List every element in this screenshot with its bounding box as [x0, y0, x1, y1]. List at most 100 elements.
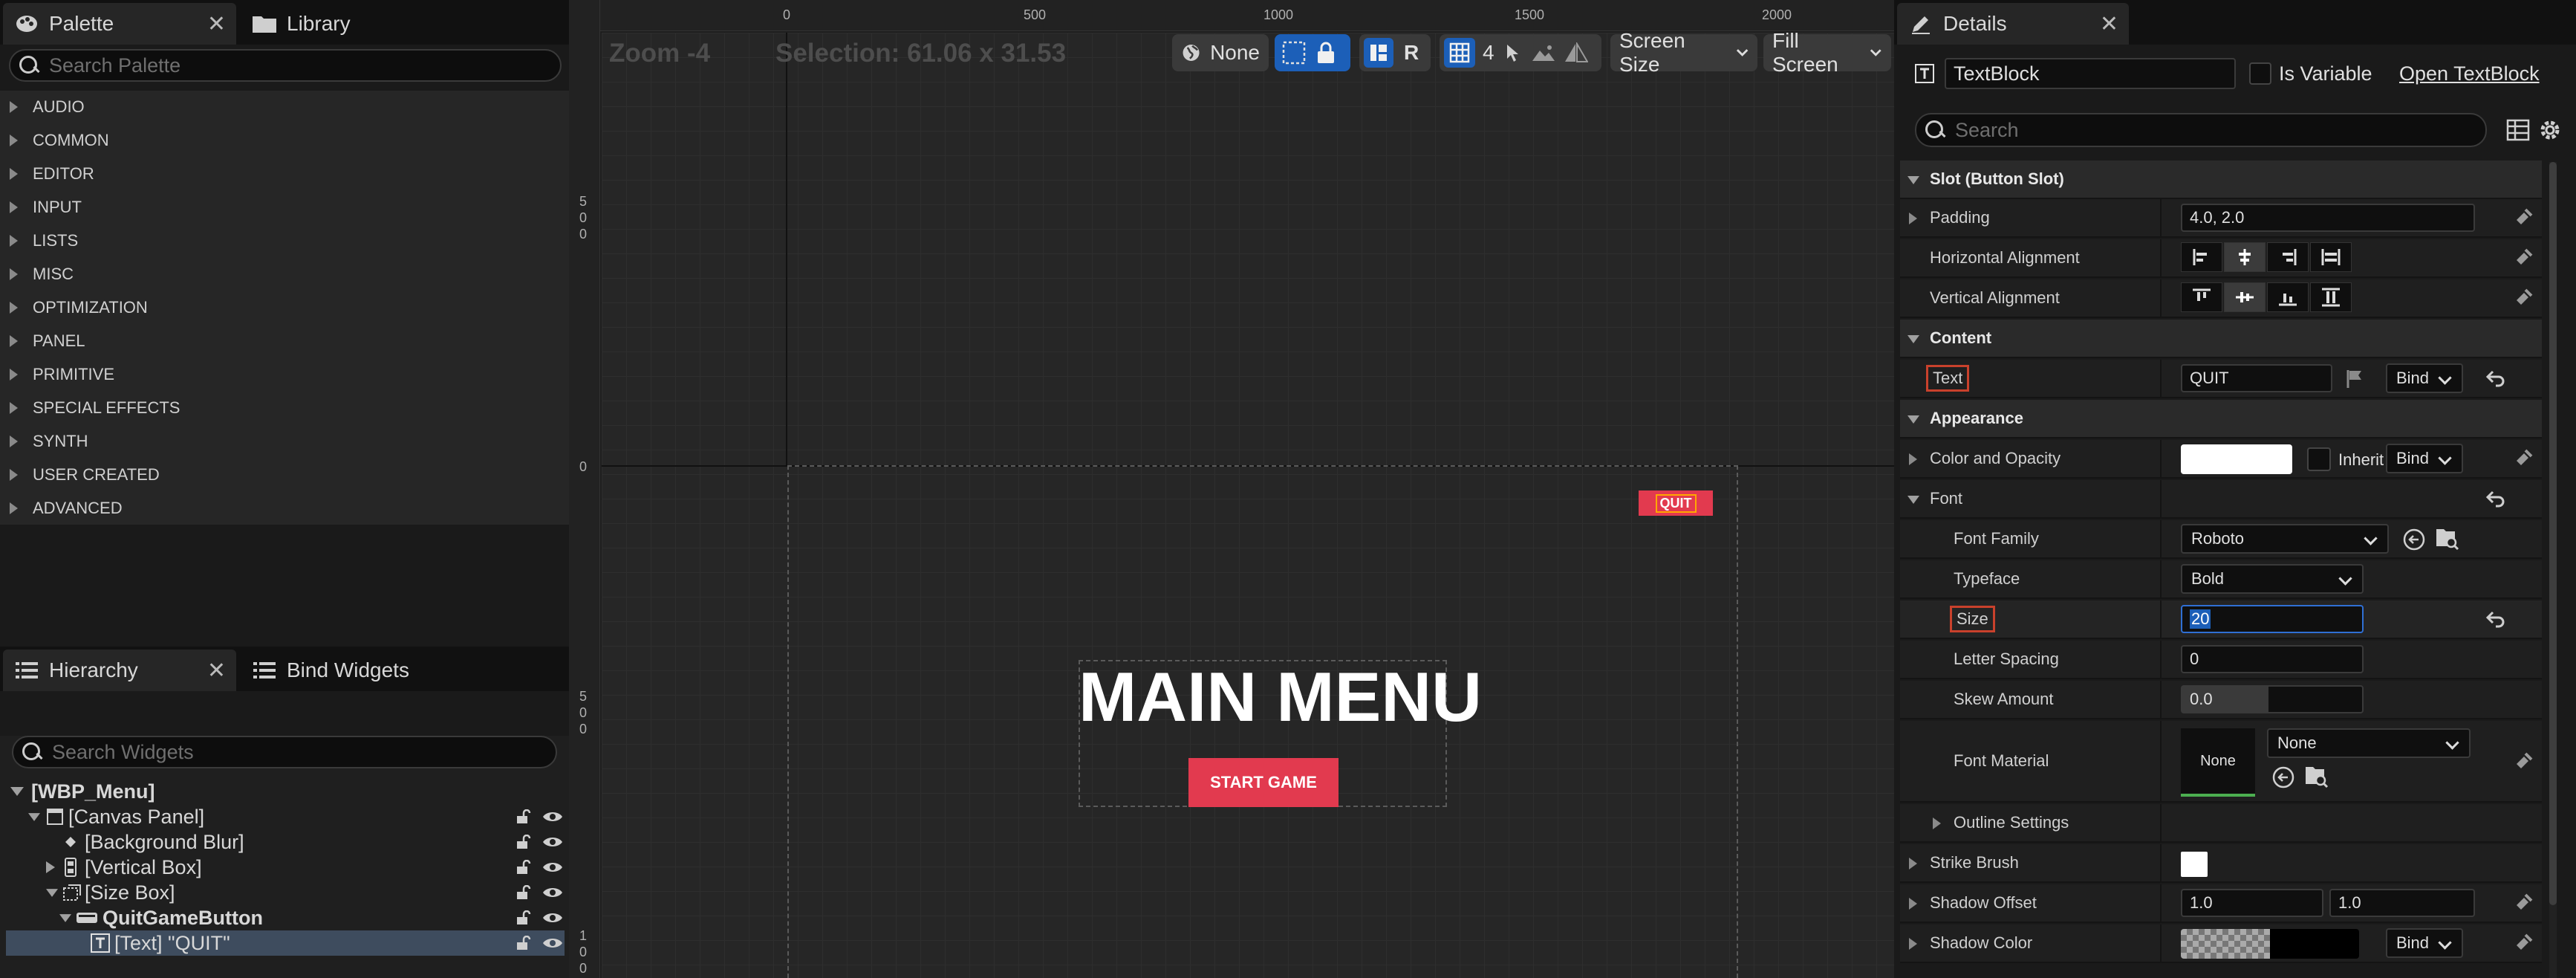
- browse-asset-icon[interactable]: [2435, 526, 2460, 551]
- layout-icon[interactable]: [1364, 38, 1393, 68]
- gear-icon[interactable]: [2537, 117, 2563, 143]
- selection-lock-group[interactable]: [1275, 34, 1350, 71]
- palette-category[interactable]: PRIMITIVE: [0, 358, 569, 391]
- expand-arrow-icon[interactable]: [46, 888, 58, 897]
- expand-arrow-icon[interactable]: [59, 913, 71, 922]
- close-icon[interactable]: ✕: [207, 11, 226, 37]
- tab-hierarchy[interactable]: Hierarchy ✕: [3, 650, 236, 691]
- align-left-button[interactable]: [2181, 242, 2222, 272]
- keyframe-icon[interactable]: [2514, 892, 2536, 914]
- start-game-button[interactable]: START GAME: [1188, 758, 1339, 807]
- screen-size-dropdown[interactable]: Screen Size: [1610, 29, 1757, 76]
- unlock-icon[interactable]: [515, 860, 532, 875]
- quit-button[interactable]: QUIT: [1639, 490, 1713, 516]
- typeface-dropdown[interactable]: Bold: [2181, 564, 2364, 594]
- palette-category[interactable]: AUDIO: [0, 91, 569, 123]
- tab-bind-widgets[interactable]: Bind Widgets: [241, 650, 464, 691]
- inherit-checkbox[interactable]: [2307, 447, 2331, 471]
- flip-icon[interactable]: [1564, 42, 1588, 63]
- open-textblock-link[interactable]: Open TextBlock: [2399, 62, 2540, 85]
- section-content[interactable]: Content: [1900, 320, 2542, 358]
- expand-arrow-icon[interactable]: [1909, 858, 1917, 869]
- fill-screen-dropdown[interactable]: Fill Screen: [1763, 29, 1891, 76]
- eye-icon[interactable]: [542, 861, 563, 874]
- details-scrollbar[interactable]: [2549, 162, 2557, 978]
- unlock-icon[interactable]: [515, 835, 532, 849]
- font-size-value[interactable]: 20: [2190, 609, 2211, 629]
- font-material-thumbnail[interactable]: None: [2181, 728, 2255, 797]
- reset-arrow-icon[interactable]: [2485, 369, 2506, 388]
- tree-item-canvas-panel[interactable]: [Canvas Panel]: [6, 804, 565, 829]
- grid-snap-value[interactable]: 4: [1483, 41, 1494, 65]
- is-variable-checkbox[interactable]: [2249, 62, 2271, 85]
- keyframe-icon[interactable]: [2514, 751, 2536, 773]
- use-asset-arrow-icon[interactable]: [2271, 765, 2295, 789]
- section-slot[interactable]: Slot (Button Slot): [1900, 161, 2542, 199]
- designer-viewport[interactable]: 0 500 1000 1500 2000 500 0 500 100 Zoom …: [569, 0, 1894, 978]
- expand-arrow-icon[interactable]: [1909, 453, 1917, 465]
- expand-arrow-icon[interactable]: [1933, 817, 1941, 829]
- details-scroll-thumb[interactable]: [2549, 162, 2557, 905]
- lock-icon[interactable]: [1315, 41, 1337, 65]
- palette-category[interactable]: MISC: [0, 258, 569, 291]
- main-menu-title[interactable]: MAIN MENU: [1079, 657, 1482, 737]
- text-value-field[interactable]: QUIT: [2181, 364, 2332, 392]
- quit-button-label[interactable]: QUIT: [1655, 493, 1697, 513]
- valign-bottom-button[interactable]: [2267, 282, 2309, 312]
- expand-arrow-icon[interactable]: [10, 787, 24, 796]
- shadow-bind-dropdown[interactable]: Bind: [2386, 928, 2463, 958]
- eye-icon[interactable]: [542, 810, 563, 823]
- marquee-select-icon[interactable]: [1281, 39, 1307, 66]
- expand-arrow-icon[interactable]: [46, 861, 55, 873]
- eye-icon[interactable]: [542, 911, 563, 924]
- tree-item-wbp-menu[interactable]: [WBP_Menu]: [6, 779, 565, 804]
- valign-fill-button[interactable]: [2310, 282, 2352, 312]
- table-view-icon[interactable]: [2506, 119, 2530, 141]
- font-family-dropdown[interactable]: Roboto: [2181, 524, 2389, 554]
- skew-amount-slider[interactable]: 0.0: [2181, 685, 2364, 713]
- unlock-icon[interactable]: [515, 936, 532, 951]
- browse-asset-icon[interactable]: [2304, 764, 2329, 789]
- font-material-dropdown[interactable]: None: [2267, 728, 2471, 758]
- keyframe-icon[interactable]: [2514, 207, 2536, 229]
- valign-top-button[interactable]: [2181, 282, 2222, 312]
- strike-brush-swatch[interactable]: [2181, 852, 2208, 877]
- tree-item-vertical-box[interactable]: [Vertical Box]: [6, 855, 565, 880]
- collapse-arrow-icon[interactable]: [1907, 496, 1919, 504]
- hierarchy-search-input[interactable]: Search Widgets: [12, 736, 557, 768]
- eye-icon[interactable]: [542, 936, 563, 950]
- unlock-icon[interactable]: [515, 885, 532, 900]
- palette-category[interactable]: LISTS: [0, 224, 569, 257]
- keyframe-icon[interactable]: [2514, 287, 2536, 309]
- shadow-offset-y-field[interactable]: 1.0: [2329, 889, 2475, 917]
- tree-item-quit-game-button[interactable]: QuitGameButton: [6, 905, 565, 930]
- keyframe-icon[interactable]: [2514, 247, 2536, 269]
- eye-icon[interactable]: [542, 835, 563, 849]
- palette-category[interactable]: COMMON: [0, 124, 569, 157]
- tree-item-size-box[interactable]: [Size Box]: [6, 880, 565, 905]
- close-icon[interactable]: ✕: [207, 658, 226, 684]
- reset-arrow-icon[interactable]: [2485, 609, 2506, 629]
- palette-category[interactable]: SYNTH: [0, 425, 569, 458]
- cursor-icon[interactable]: [1503, 42, 1521, 63]
- color-bind-dropdown[interactable]: Bind: [2386, 444, 2463, 473]
- section-appearance[interactable]: Appearance: [1900, 400, 2542, 438]
- collapse-arrow-icon[interactable]: [1907, 335, 1919, 343]
- unlock-icon[interactable]: [515, 809, 532, 824]
- palette-category[interactable]: SPECIAL EFFECTS: [0, 392, 569, 424]
- details-search-input[interactable]: Search: [1915, 113, 2487, 147]
- localization-flag-icon[interactable]: [2346, 369, 2364, 389]
- expand-arrow-icon[interactable]: [1909, 213, 1917, 224]
- collapse-arrow-icon[interactable]: [1907, 176, 1919, 184]
- palette-category[interactable]: EDITOR: [0, 158, 569, 190]
- tree-item-background-blur[interactable]: [Background Blur]: [6, 829, 565, 855]
- keyframe-icon[interactable]: [2514, 932, 2536, 954]
- expand-arrow-icon[interactable]: [1909, 898, 1917, 910]
- color-swatch[interactable]: [2181, 444, 2292, 474]
- palette-category[interactable]: ADVANCED: [0, 492, 569, 525]
- use-asset-arrow-icon[interactable]: [2402, 528, 2426, 551]
- widget-name-field[interactable]: TextBlock: [1945, 58, 2236, 89]
- keyframe-icon[interactable]: [2514, 447, 2536, 470]
- close-icon[interactable]: ✕: [2100, 11, 2118, 37]
- palette-category[interactable]: OPTIMIZATION: [0, 291, 569, 324]
